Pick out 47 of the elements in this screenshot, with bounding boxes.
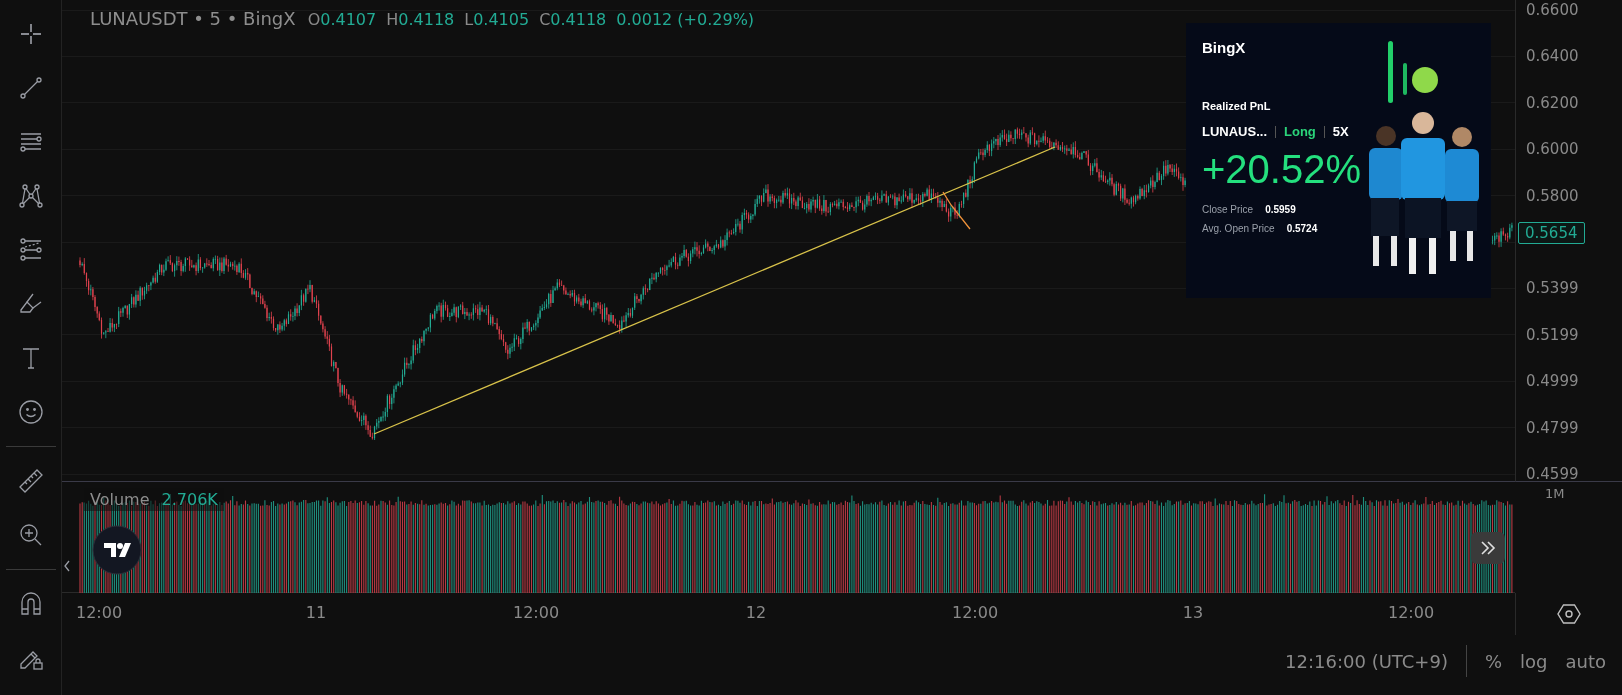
price-tick: 0.4599	[1526, 463, 1579, 484]
pair-name: LUNAUS...	[1202, 124, 1267, 139]
price-tick: 0.5399	[1526, 278, 1579, 299]
scroll-to-latest-button[interactable]	[1471, 532, 1505, 564]
leverage: 5X	[1332, 124, 1349, 139]
card-title: Realized PnL	[1202, 100, 1271, 112]
time-tick: 12:00	[951, 603, 999, 622]
scale-option[interactable]: %	[1484, 650, 1503, 672]
price-change: 0.0012 (+0.29%)	[616, 10, 755, 29]
ohlc-value: O0.4107	[307, 10, 377, 29]
price-tick: 0.5800	[1526, 185, 1579, 206]
info-value: 0.5959	[1265, 204, 1296, 215]
time-tick: 12:00	[75, 603, 123, 622]
scale-option[interactable]: log	[1520, 650, 1548, 672]
angle-line[interactable]	[942, 191, 971, 230]
position-side: Long	[1284, 124, 1316, 139]
settings-icon[interactable]	[1557, 603, 1581, 625]
ohlc-value: L0.4105	[464, 10, 530, 29]
price-tick: 0.6200	[1526, 92, 1579, 113]
time-tick: 12:00	[512, 603, 560, 622]
time-tick: 11	[305, 603, 327, 622]
price-tick: 0.4799	[1526, 417, 1579, 438]
symbol-title: LUNAUSDT • 5 • BingX	[90, 8, 296, 29]
price-tick: 0.4999	[1526, 371, 1579, 392]
candlestick-drawing	[1492, 222, 1513, 248]
volume-label: Volume	[90, 490, 150, 509]
volume-value: 2.706K	[161, 490, 218, 509]
info-value: 0.5724	[1286, 223, 1318, 234]
time-tick: 12:00	[1387, 603, 1435, 622]
time-tick: 12	[745, 603, 767, 622]
price-tick: 0.5199	[1526, 324, 1579, 345]
current-price-tag: 0.5654	[1518, 222, 1585, 244]
timezone-clock[interactable]: 12:16:00 (UTC+9)	[1285, 650, 1448, 672]
price-tick: 0.6600	[1526, 0, 1579, 20]
double-chevron-icon	[1479, 540, 1497, 556]
info-label: Close Price	[1202, 204, 1254, 215]
volume-scale: 1M	[1545, 486, 1565, 501]
price-tick: 0.6000	[1526, 139, 1579, 160]
chart-logo-icon	[92, 525, 142, 575]
card-logo: BingX	[1202, 39, 1246, 56]
price-tick: 0.6400	[1526, 46, 1579, 67]
scale-option[interactable]: auto	[1565, 650, 1606, 672]
ohlc-value: C0.4118	[539, 10, 607, 29]
ohlc-value: H0.4118	[386, 10, 455, 29]
time-tick: 13	[1182, 603, 1204, 622]
pnl-percent: +20.52%	[1202, 147, 1362, 192]
info-label: Avg. Open Price	[1202, 223, 1275, 234]
